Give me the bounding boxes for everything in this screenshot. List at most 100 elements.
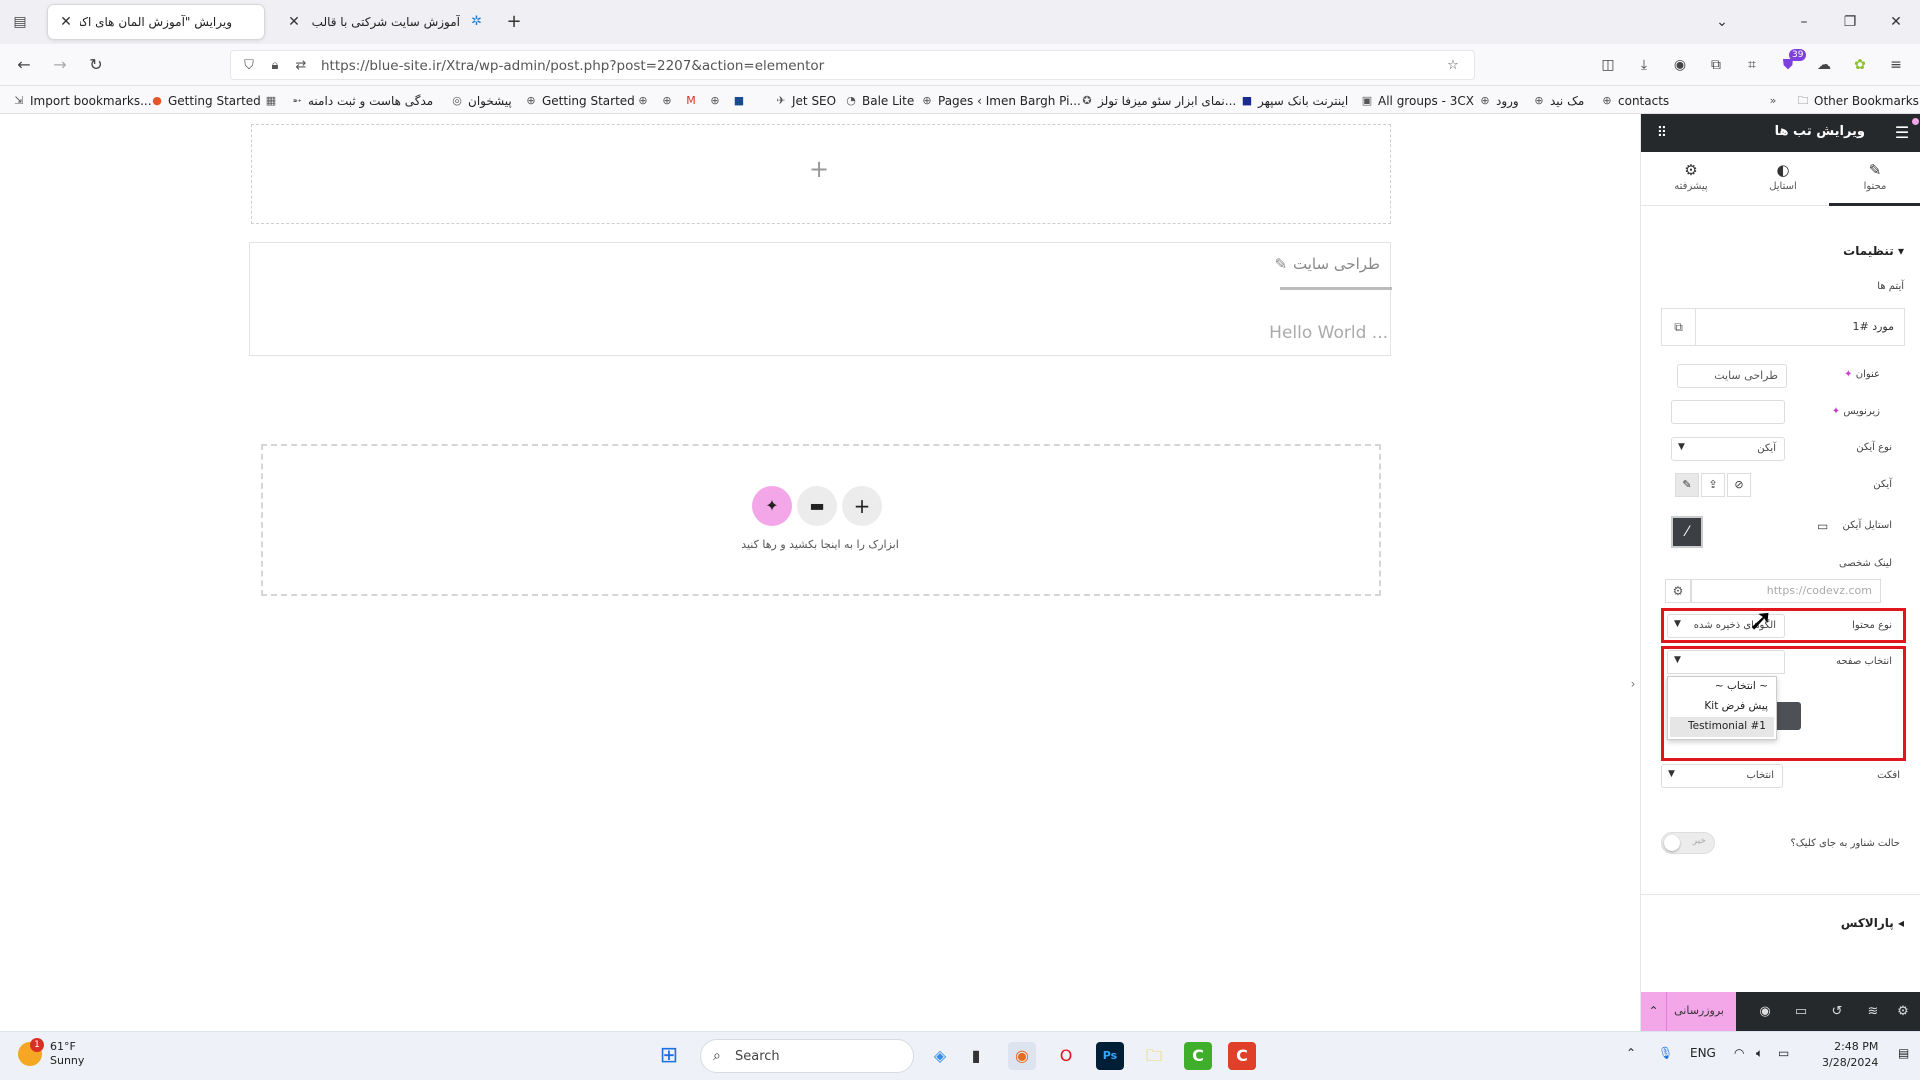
close-window-icon[interactable]: ✕ — [1884, 10, 1908, 34]
subtitle-input[interactable] — [1671, 400, 1785, 424]
permissions-icon[interactable]: ⇄ — [291, 56, 311, 76]
bookmarks-overflow[interactable]: » — [1766, 92, 1780, 110]
downloads-icon[interactable]: ⤓ — [1634, 55, 1654, 75]
preview-eye-icon[interactable]: ◉ — [1755, 1002, 1775, 1022]
tab-content[interactable]: ✎ محتوا — [1829, 152, 1920, 206]
navigator-layers-icon[interactable]: ≋ — [1863, 1002, 1883, 1022]
tab-style[interactable]: ◐ استایل — [1737, 152, 1829, 206]
widgets-grid-icon[interactable]: ⠿ — [1651, 122, 1673, 144]
crop-icon[interactable]: ⌗ — [1742, 55, 1762, 75]
notification-bell-icon[interactable]: ▤ — [1898, 1046, 1909, 1060]
reload-icon[interactable]: ↻ — [84, 53, 108, 77]
restore-icon[interactable]: ❐ — [1838, 10, 1862, 34]
tab-elementor-editor[interactable]: ویرایش "آموزش المان های اکسترا – ✕ — [48, 5, 264, 39]
list-all-tabs-icon[interactable]: ▤ — [10, 12, 30, 32]
icon-type-select[interactable]: آیکن ▼ — [1671, 437, 1785, 461]
bookmark-item[interactable]: ⊕ مک نید — [1532, 92, 1584, 110]
extensions-icon[interactable]: ⧉ — [1706, 55, 1726, 75]
effect-select[interactable]: انتخاب ▼ — [1661, 764, 1783, 788]
hover-toggle[interactable]: خیر — [1661, 832, 1715, 854]
tabs-widget[interactable]: طراحی سایت ✎ Hello World ... — [249, 242, 1392, 356]
windows-start-icon[interactable]: ⊞ — [655, 1042, 683, 1070]
template-folder-button[interactable]: ▬ — [797, 486, 837, 526]
tray-overflow-icon[interactable]: ⌃ — [1626, 1046, 1636, 1060]
chevron-up-icon[interactable]: ⌃ — [1641, 992, 1667, 1031]
ai-sparkle-button[interactable]: ✦ — [752, 486, 792, 526]
hamburger-menu-icon[interactable]: ☰ — [1891, 122, 1913, 144]
bookmark-item[interactable]: ■ — [732, 92, 746, 110]
taskbar-search[interactable]: ⌕ Search — [700, 1039, 914, 1073]
bookmark-item[interactable]: ⊕ — [660, 92, 674, 110]
copilot-icon[interactable]: ◈ — [926, 1042, 954, 1070]
opera-icon[interactable]: O — [1052, 1042, 1080, 1070]
account-icon[interactable]: ◉ — [1670, 55, 1690, 75]
close-tab-icon[interactable]: ✕ — [286, 14, 302, 30]
history-icon[interactable]: ↺ — [1827, 1002, 1847, 1022]
bookmark-star-icon[interactable]: ☆ — [1443, 56, 1463, 76]
bookmark-item[interactable]: ◎ پیشخوان — [450, 92, 512, 110]
bookmark-item[interactable]: ⊕ contacts — [1600, 92, 1669, 110]
custom-link-input[interactable]: https://codevz.com — [1691, 579, 1881, 603]
repeater-item[interactable]: مورد #1 ⧉ — [1661, 308, 1905, 346]
icon-style-preview[interactable]: ⁄ — [1671, 516, 1703, 548]
url-text[interactable]: https://blue-site.ir/Xtra/wp-admin/post.… — [321, 58, 824, 74]
back-icon[interactable]: ← — [12, 53, 36, 77]
lock-icon[interactable]: 🔒︎ — [265, 56, 285, 76]
pocket-icon[interactable]: ◫ — [1598, 55, 1618, 75]
bookmark-item[interactable]: ➵ مدگی هاست و ثبت دامنه — [290, 92, 433, 110]
bookmark-item[interactable]: ⊕ — [636, 92, 650, 110]
forward-icon[interactable]: → — [48, 53, 72, 77]
bookmark-item[interactable]: ◔ Bale Lite — [844, 92, 914, 110]
link-settings-gear-icon[interactable]: ⚙ — [1665, 579, 1691, 603]
weather-widget[interactable]: 1 61°F Sunny — [18, 1038, 84, 1068]
desktop-icon[interactable]: ▭ — [1817, 519, 1828, 533]
bookmark-item[interactable]: ● Getting Started — [150, 92, 261, 110]
camtasia-red-icon[interactable]: C — [1228, 1042, 1256, 1070]
bookmark-item[interactable]: M — [684, 92, 698, 110]
cloud-icon[interactable]: ☁ — [1814, 55, 1834, 75]
url-bar[interactable]: ⛉ 🔒︎ ⇄ https://blue-site.ir/Xtra/wp-admi… — [230, 50, 1475, 80]
photoshop-icon[interactable]: Ps — [1096, 1042, 1124, 1070]
new-tab-button[interactable]: + — [504, 12, 524, 32]
bookmark-item[interactable]: ⊕ — [708, 92, 722, 110]
app-menu-icon[interactable]: ≡ — [1886, 55, 1906, 75]
task-view-icon[interactable]: ▮ — [962, 1042, 990, 1070]
parallax-section-title[interactable]: ◂ پارالاکس — [1841, 916, 1904, 930]
battery-icon[interactable]: ▭ — [1778, 1046, 1789, 1060]
bookmark-item[interactable]: ■ اینترنت بانک سپهر — [1240, 92, 1348, 110]
add-element-icon[interactable]: + — [809, 155, 829, 183]
add-section-button[interactable]: + — [842, 486, 882, 526]
microphone-icon[interactable]: 🎙︎ — [1658, 1046, 1673, 1060]
camtasia-green-icon[interactable]: C — [1184, 1042, 1212, 1070]
bookmark-item[interactable]: ▣ All groups - 3CX — [1360, 92, 1474, 110]
bookmark-item[interactable]: ⇲ Import bookmarks... — [12, 92, 151, 110]
update-button[interactable]: ⌃ بروزرسانی — [1641, 992, 1736, 1031]
ai-sparkle-icon[interactable]: ✦ — [1844, 369, 1852, 380]
responsive-icon[interactable]: ▭ — [1791, 1002, 1811, 1022]
title-input[interactable]: طراحی سایت — [1677, 364, 1787, 388]
upload-icon-option[interactable]: ⇪ — [1701, 473, 1725, 497]
minimize-icon[interactable]: – — [1792, 10, 1816, 34]
ai-sparkle-icon[interactable]: ✦ — [1832, 406, 1840, 417]
tab-heading[interactable]: طراحی سایت ✎ — [1274, 255, 1380, 273]
library-icon-option[interactable]: ✎ — [1675, 473, 1699, 497]
tab-overflow-icon[interactable]: ⌄ — [1710, 10, 1734, 34]
panel-toggle-chevron-icon[interactable]: › — [1626, 674, 1640, 694]
language-indicator[interactable]: ENG — [1690, 1046, 1716, 1060]
file-explorer-icon[interactable]: 🗀 — [1140, 1042, 1168, 1070]
duplicate-icon[interactable]: ⧉ — [1662, 309, 1696, 345]
shield-icon[interactable]: ⛉ — [239, 56, 259, 76]
gear-colored-icon[interactable]: ✿ — [1850, 55, 1870, 75]
bookmark-item[interactable]: ✪ نمای ابزار سئو میزفا تولز... — [1080, 92, 1236, 110]
close-tab-icon[interactable]: ✕ — [58, 14, 74, 30]
empty-section[interactable]: + — [251, 124, 1391, 224]
bookmark-item[interactable]: ⊕ Getting Started — [524, 92, 634, 110]
firefox-icon[interactable]: ◉ — [1008, 1042, 1036, 1070]
volume-icon[interactable]: 🔈︎ — [1756, 1046, 1763, 1061]
clock[interactable]: 2:48 PM 3/28/2024 — [1822, 1039, 1878, 1071]
bookmark-item[interactable]: ▦ — [264, 92, 278, 110]
settings-gear-icon[interactable]: ⚙ — [1893, 1002, 1913, 1022]
bookmark-item[interactable]: ✈ Jet SEO — [774, 92, 836, 110]
tab-advanced[interactable]: ⚙ پیشرفته — [1645, 152, 1737, 206]
no-icon-option[interactable]: ⊘ — [1727, 473, 1751, 497]
